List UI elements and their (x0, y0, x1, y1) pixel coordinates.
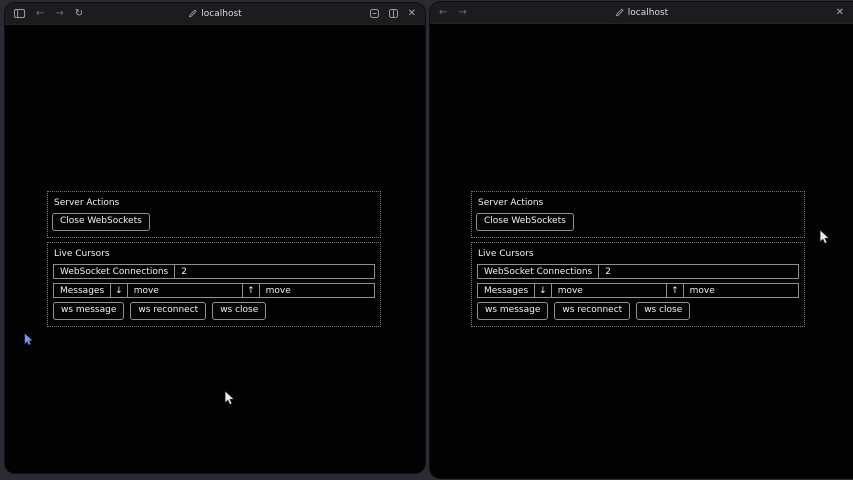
reader-mode-icon[interactable] (370, 9, 379, 18)
url-text[interactable]: localhost (628, 8, 668, 18)
browser-window-left: ← → ↻ localhost ✕ (5, 3, 425, 473)
ws-message-button[interactable]: ws message (477, 302, 548, 320)
server-actions-group: Server Actions Close WebSockets (471, 191, 805, 238)
demo-panel: Server Actions Close WebSockets Live Cur… (47, 191, 381, 327)
connections-row: WebSocket Connections 2 (53, 264, 375, 279)
close-icon[interactable]: ✕ (836, 8, 844, 18)
titlebar: ← → ↻ localhost ✕ (5, 3, 425, 25)
close-icon[interactable]: ✕ (408, 9, 416, 19)
received-arrow-icon: ↓ (111, 284, 128, 297)
received-message-value: move (552, 284, 667, 297)
connections-label: WebSocket Connections (54, 265, 175, 278)
messages-label: Messages (478, 284, 535, 297)
close-websockets-button[interactable]: Close WebSockets (52, 213, 150, 231)
close-websockets-button[interactable]: Close WebSockets (476, 213, 574, 231)
live-cursors-title: Live Cursors (478, 249, 799, 259)
ws-buttons-row: ws message ws reconnect ws close (53, 302, 375, 320)
back-icon[interactable]: ← (439, 8, 447, 18)
received-message-value: move (128, 284, 243, 297)
sidebar-toggle-icon[interactable] (14, 9, 25, 18)
ws-reconnect-button[interactable]: ws reconnect (130, 302, 206, 320)
page-content: Server Actions Close WebSockets Live Cur… (5, 25, 425, 473)
server-actions-title: Server Actions (54, 198, 375, 208)
messages-row: Messages ↓ move ↑ move (477, 283, 799, 298)
ws-message-button[interactable]: ws message (53, 302, 124, 320)
forward-icon[interactable]: → (458, 8, 466, 18)
live-cursors-title: Live Cursors (54, 249, 375, 259)
sent-arrow-icon: ↑ (243, 284, 260, 297)
sent-message-value: move (260, 284, 374, 297)
refresh-icon[interactable]: ↻ (75, 9, 83, 19)
browser-window-right: ← → localhost ✕ Server Actions Close Web… (430, 2, 853, 478)
sent-arrow-icon: ↑ (667, 284, 684, 297)
ws-close-button[interactable]: ws close (212, 302, 266, 320)
back-icon[interactable]: ← (36, 9, 44, 19)
desktop: ← → ↻ localhost ✕ (0, 0, 853, 480)
ws-close-button[interactable]: ws close (636, 302, 690, 320)
received-arrow-icon: ↓ (535, 284, 552, 297)
server-actions-title: Server Actions (478, 198, 799, 208)
connections-row: WebSocket Connections 2 (477, 264, 799, 279)
demo-panel: Server Actions Close WebSockets Live Cur… (471, 191, 805, 327)
live-cursors-group: Live Cursors WebSocket Connections 2 Mes… (471, 242, 805, 327)
ws-reconnect-button[interactable]: ws reconnect (554, 302, 630, 320)
messages-label: Messages (54, 284, 111, 297)
connections-value: 2 (175, 265, 374, 278)
titlebar: ← → localhost ✕ (430, 2, 853, 24)
edit-url-icon (188, 9, 197, 18)
sent-message-value: move (684, 284, 798, 297)
page-content: Server Actions Close WebSockets Live Cur… (430, 24, 853, 478)
split-view-icon[interactable] (389, 9, 398, 18)
messages-row: Messages ↓ move ↑ move (53, 283, 375, 298)
server-actions-group: Server Actions Close WebSockets (47, 191, 381, 238)
live-cursors-group: Live Cursors WebSocket Connections 2 Mes… (47, 242, 381, 327)
url-text[interactable]: localhost (201, 9, 241, 19)
connections-label: WebSocket Connections (478, 265, 599, 278)
edit-url-icon (615, 8, 624, 17)
ws-buttons-row: ws message ws reconnect ws close (477, 302, 799, 320)
connections-value: 2 (599, 265, 798, 278)
forward-icon[interactable]: → (55, 9, 63, 19)
